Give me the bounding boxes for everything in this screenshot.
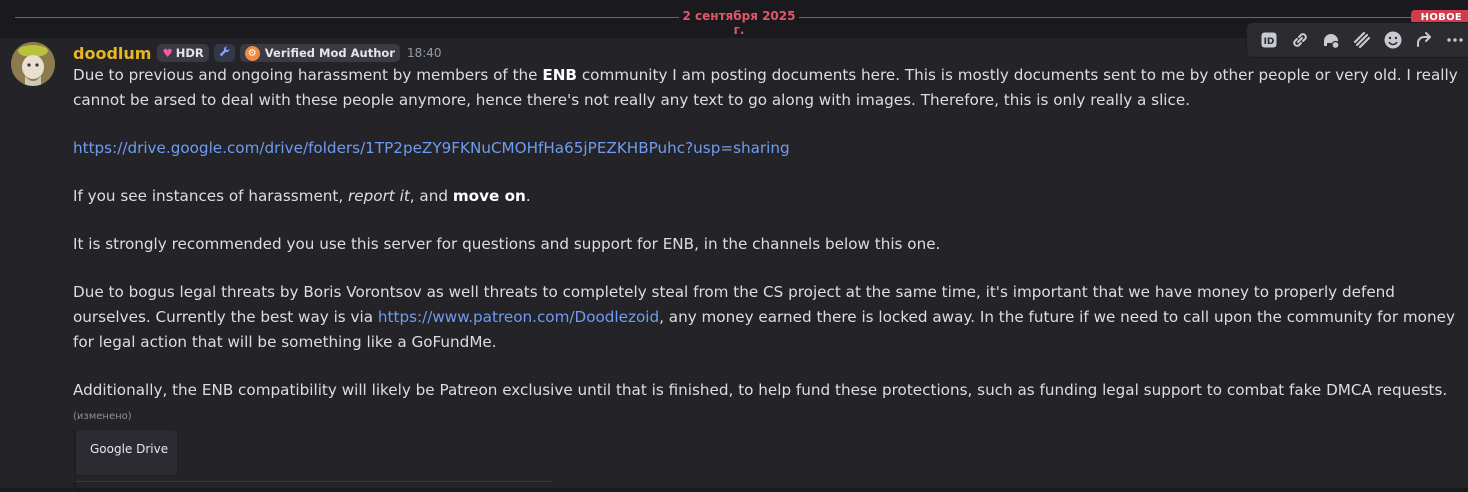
date-divider-line-right (799, 17, 1439, 18)
edited-label: (изменено) (73, 411, 132, 422)
wrench-icon (218, 45, 231, 61)
stripes-icon[interactable] (1346, 25, 1377, 55)
timestamp[interactable]: 18:40 (407, 46, 442, 60)
app-icon[interactable] (1315, 25, 1346, 55)
date-divider-line-left (15, 17, 679, 18)
verified-badge-icon: ⚙ (244, 45, 260, 61)
wrench-tag[interactable] (213, 44, 235, 62)
heart-icon: ♥ (162, 46, 173, 60)
paragraph-report: If you see instances of harassment, repo… (73, 187, 531, 205)
message-content: Due to previous and ongoing harassment b… (73, 63, 1458, 403)
verified-mod-author-label: Verified Mod Author (264, 46, 395, 60)
svg-text:ID: ID (1263, 37, 1274, 47)
second-embed[interactable] (73, 481, 551, 492)
avatar-image (11, 42, 55, 86)
date-divider-label: 2 сентября 2025 г. (682, 9, 796, 37)
message: doodlum ♥ HDR ⚙ Verified Mod Author 18:4… (0, 23, 1468, 492)
paragraph-server-support: It is strongly recommended you use this … (73, 235, 941, 253)
verified-mod-author-tag[interactable]: ⚙ Verified Mod Author (239, 44, 400, 62)
message-header: doodlum ♥ HDR ⚙ Verified Mod Author 18:4… (73, 42, 442, 64)
hdr-label: HDR (175, 46, 204, 60)
patreon-link[interactable]: https://www.patreon.com/Doodlezoid (378, 308, 659, 326)
embed-provider[interactable]: Google Drive (90, 442, 168, 456)
google-drive-embed[interactable]: Google Drive (73, 429, 178, 476)
paragraph-drive-link: https://drive.google.com/drive/folders/1… (73, 136, 1458, 161)
link-icon[interactable] (1284, 25, 1315, 55)
avatar[interactable] (11, 42, 55, 86)
message-toolbar: ID (1247, 23, 1468, 57)
new-messages-badge[interactable]: НОВОЕ (1410, 10, 1468, 24)
paragraph-harassment: Due to previous and ongoing harassment b… (73, 66, 1458, 109)
google-drive-link[interactable]: https://drive.google.com/drive/folders/1… (73, 139, 790, 157)
reply-icon[interactable] (1408, 25, 1439, 55)
paragraph-patreon-exclusive: Additionally, the ENB compatibility will… (73, 381, 1448, 399)
id-icon[interactable]: ID (1253, 25, 1284, 55)
hdr-tag[interactable]: ♥ HDR (157, 44, 209, 62)
more-icon[interactable] (1439, 25, 1468, 55)
emoji-icon[interactable] (1377, 25, 1408, 55)
username[interactable]: doodlum (73, 44, 151, 63)
paragraph-legal: Due to bogus legal threats by Boris Voro… (73, 283, 1455, 351)
